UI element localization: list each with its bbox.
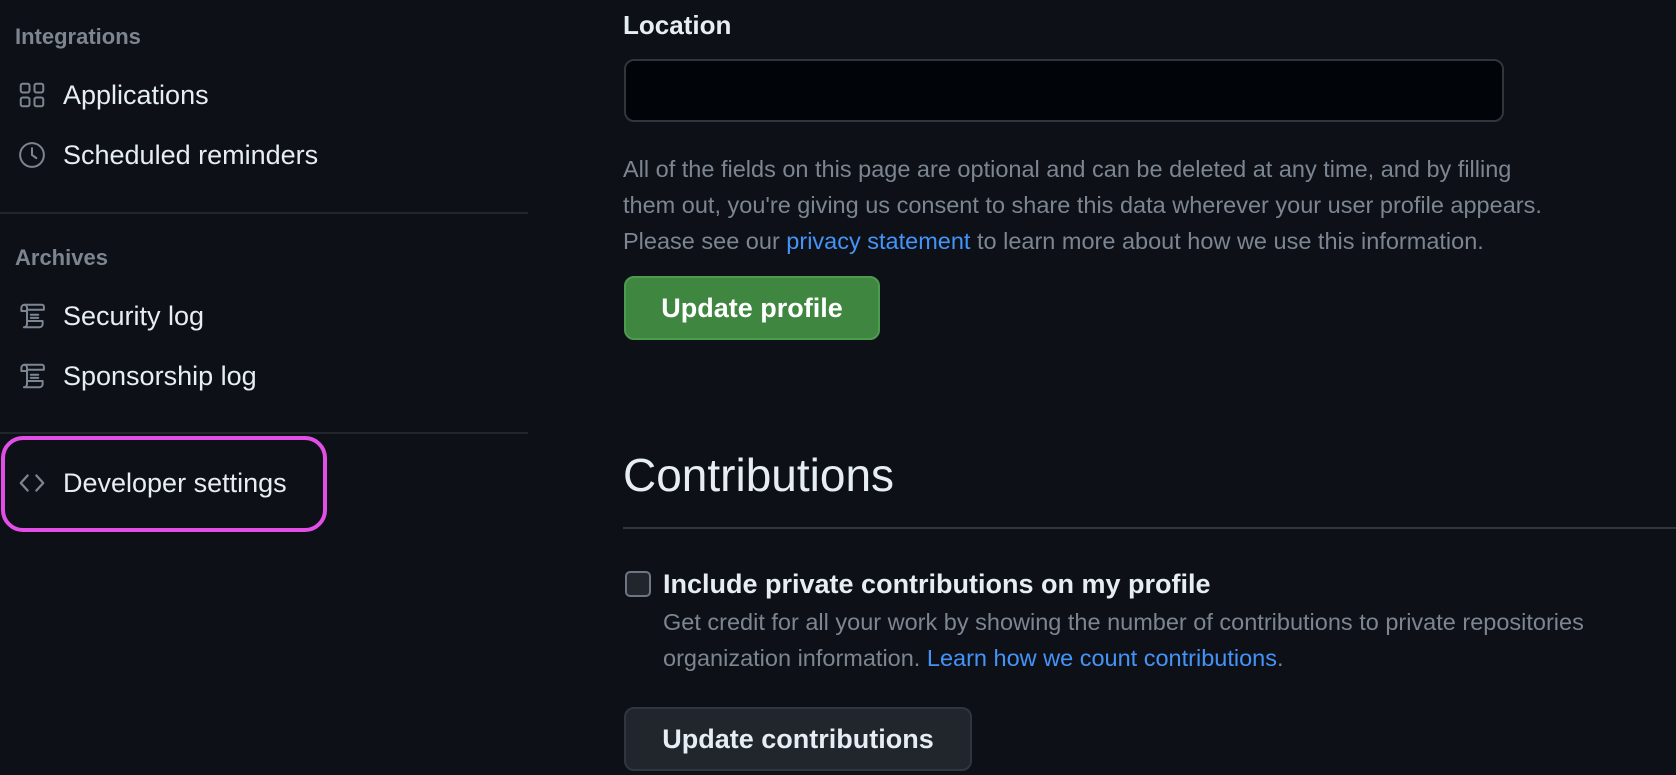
- location-input[interactable]: [624, 59, 1504, 122]
- help-text-fragment: to learn more about how we use this info…: [970, 228, 1484, 254]
- private-contributions-checkbox[interactable]: [625, 571, 651, 597]
- profile-settings-main: Location All of the fields on this page …: [623, 0, 1676, 775]
- privacy-statement-link[interactable]: privacy statement: [786, 228, 970, 254]
- sidebar-item-label: Applications: [63, 79, 209, 110]
- update-profile-button[interactable]: Update profile: [624, 276, 880, 340]
- location-label: Location: [623, 10, 732, 40]
- learn-contributions-link[interactable]: Learn how we count contributions: [927, 645, 1277, 671]
- profile-help-text: All of the fields on this page are optio…: [623, 151, 1676, 259]
- apps-grid-icon: [16, 79, 48, 111]
- sidebar-heading-integrations: Integrations: [15, 24, 141, 49]
- settings-sidebar: Integrations Applications Scheduled remi…: [0, 0, 528, 775]
- sidebar-item-developer-settings[interactable]: Developer settings: [0, 457, 528, 509]
- help-line: them out, you're giving us consent to sh…: [623, 192, 1542, 218]
- note-line: Get credit for all your work by showing …: [663, 609, 1584, 635]
- note-line: organization information. Learn how we c…: [663, 640, 1676, 676]
- code-icon: [16, 467, 48, 499]
- private-contributions-label[interactable]: Include private contributions on my prof…: [663, 569, 1211, 600]
- sidebar-item-security-log[interactable]: Security log: [0, 290, 528, 342]
- help-text-fragment: Please see our: [623, 228, 787, 254]
- log-icon: [16, 360, 48, 392]
- sidebar-item-label: Sponsorship log: [63, 360, 257, 391]
- sidebar-heading-archives: Archives: [15, 245, 108, 270]
- contributions-note: Get credit for all your work by showing …: [663, 604, 1676, 676]
- log-icon: [16, 300, 48, 332]
- note-text-fragment: organization information.: [663, 645, 927, 671]
- sidebar-item-applications[interactable]: Applications: [0, 69, 528, 121]
- settings-page: Integrations Applications Scheduled remi…: [0, 0, 1676, 775]
- sidebar-item-sponsorship-log[interactable]: Sponsorship log: [0, 350, 528, 402]
- help-line: Please see our privacy statement to lear…: [623, 223, 1676, 259]
- sidebar-item-label: Scheduled reminders: [63, 139, 319, 170]
- sidebar-item-label: Security log: [63, 300, 205, 331]
- sidebar-divider: [0, 212, 528, 214]
- sidebar-item-scheduled-reminders[interactable]: Scheduled reminders: [0, 129, 528, 181]
- clock-icon: [16, 139, 48, 171]
- note-text-fragment: .: [1276, 645, 1284, 671]
- help-line: All of the fields on this page are optio…: [623, 156, 1512, 182]
- section-divider: [623, 527, 1676, 529]
- update-contributions-button[interactable]: Update contributions: [624, 707, 972, 771]
- sidebar-item-label: Developer settings: [63, 467, 287, 498]
- sidebar-divider: [0, 432, 528, 434]
- contributions-heading: Contributions: [623, 449, 895, 501]
